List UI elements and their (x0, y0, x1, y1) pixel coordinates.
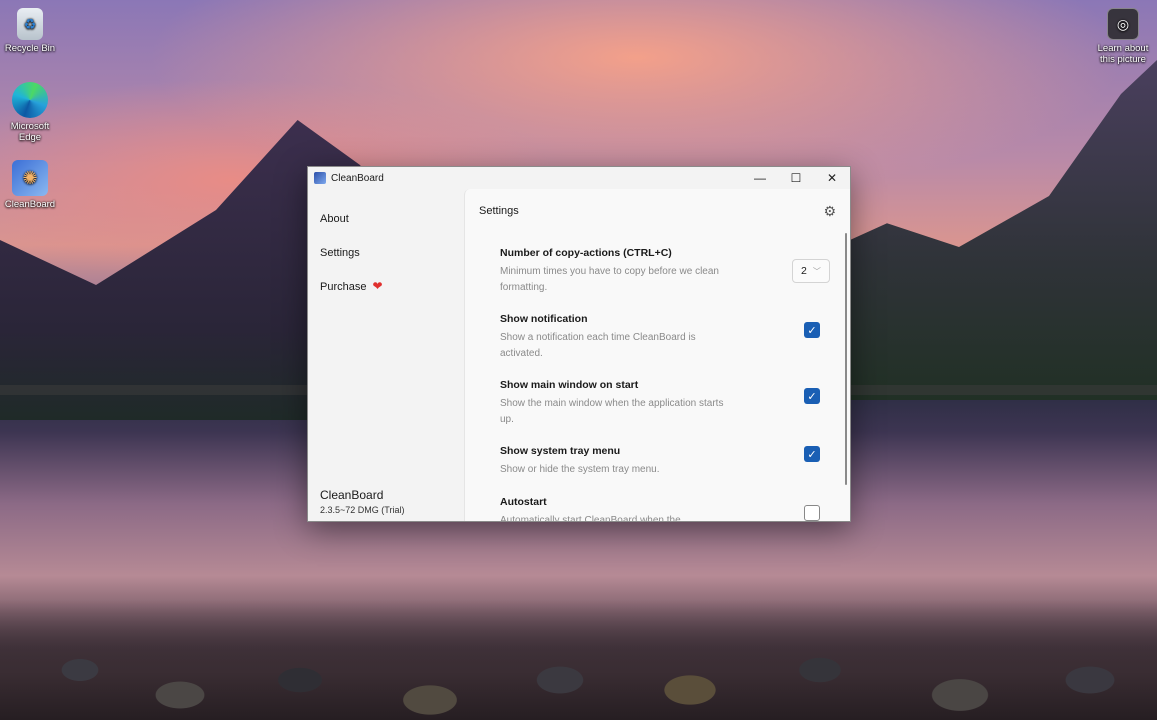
learn-about-picture[interactable]: ◎ Learn about this picture (1093, 8, 1153, 65)
wallpaper-rocks (0, 600, 1157, 720)
maximize-button[interactable]: ☐ (778, 167, 814, 189)
show-main-window-checkbox[interactable]: ✓ (804, 388, 820, 404)
show-notification-checkbox[interactable]: ✓ (804, 322, 820, 338)
wallpaper-mountain-right (797, 60, 1157, 400)
sidebar-item-settings[interactable]: Settings (308, 243, 464, 277)
setting-system-tray: Show system tray menu Show or hide the s… (500, 445, 820, 478)
camera-info-icon: ◎ (1107, 8, 1139, 40)
desktop-icon-edge[interactable]: Microsoft Edge (0, 82, 60, 143)
sidebar-item-about[interactable]: About (308, 209, 464, 243)
learn-about-label: Learn about this picture (1097, 43, 1149, 65)
setting-title: Show system tray menu (500, 445, 621, 457)
setting-copy-actions: Number of copy-actions (CTRL+C) Minimum … (500, 247, 830, 296)
close-button[interactable]: ✕ (814, 167, 850, 189)
setting-desc: Show the main window when the applicatio… (500, 398, 724, 425)
autostart-checkbox[interactable] (804, 505, 820, 521)
title-bar[interactable]: CleanBoard — ☐ ✕ (308, 167, 850, 189)
setting-title: Autostart (500, 496, 547, 508)
scrollbar[interactable] (845, 233, 847, 485)
heart-icon: ❤ (372, 279, 383, 293)
app-info: CleanBoard 2.3.5~72 DMG (Trial) (320, 488, 404, 515)
app-name: CleanBoard (320, 488, 384, 502)
setting-desc: Minimum times you have to copy before we… (500, 266, 719, 293)
recycle-bin-icon: ♻ (17, 8, 43, 40)
setting-desc: Automatically start CleanBoard when the (500, 515, 681, 521)
app-icon (314, 172, 326, 184)
desktop-icon-label: Microsoft Edge (10, 121, 50, 143)
desktop-icon-recycle-bin[interactable]: ♻ Recycle Bin (0, 8, 60, 54)
copy-actions-dropdown[interactable]: 2 ﹀ (792, 259, 830, 283)
setting-title: Show main window on start (500, 379, 639, 391)
sidebar: About Settings Purchase ❤ CleanBoard 2.3… (308, 189, 464, 521)
sidebar-item-purchase[interactable]: Purchase ❤ (308, 277, 464, 311)
page-title: Settings (479, 205, 519, 217)
desktop-icon-label: Recycle Bin (4, 43, 56, 54)
setting-autostart: Autostart Automatically start CleanBoard… (500, 496, 820, 521)
system-tray-checkbox[interactable]: ✓ (804, 446, 820, 462)
cleanboard-icon: ✺ (12, 160, 48, 196)
setting-desc: Show a notification each time CleanBoard… (500, 332, 696, 359)
setting-title: Show notification (500, 313, 588, 325)
desktop-icon-label: CleanBoard (4, 199, 56, 210)
chevron-down-icon: ﹀ (812, 266, 821, 276)
cleanboard-window: CleanBoard — ☐ ✕ About Settings Purchase… (307, 166, 851, 522)
settings-panel: Settings ⚙ Number of copy-actions (CTRL+… (464, 189, 850, 521)
sidebar-item-label: Settings (320, 247, 360, 259)
sidebar-item-label: Purchase (320, 281, 367, 293)
setting-show-notification: Show notification Show a notification ea… (500, 313, 820, 362)
setting-title: Number of copy-actions (CTRL+C) (500, 247, 672, 259)
app-version: 2.3.5~72 DMG (Trial) (320, 505, 405, 515)
minimize-button[interactable]: — (742, 167, 778, 189)
setting-show-main-window: Show main window on start Show the main … (500, 379, 820, 428)
settings-header: Settings ⚙ (465, 189, 850, 233)
gear-icon[interactable]: ⚙ (823, 203, 836, 220)
setting-desc: Show or hide the system tray menu. (500, 464, 660, 475)
sidebar-item-label: About (320, 213, 349, 225)
dropdown-value: 2 (801, 265, 807, 277)
window-title: CleanBoard (331, 172, 384, 184)
edge-icon (12, 82, 48, 118)
desktop-icon-cleanboard[interactable]: ✺ CleanBoard (0, 160, 60, 210)
